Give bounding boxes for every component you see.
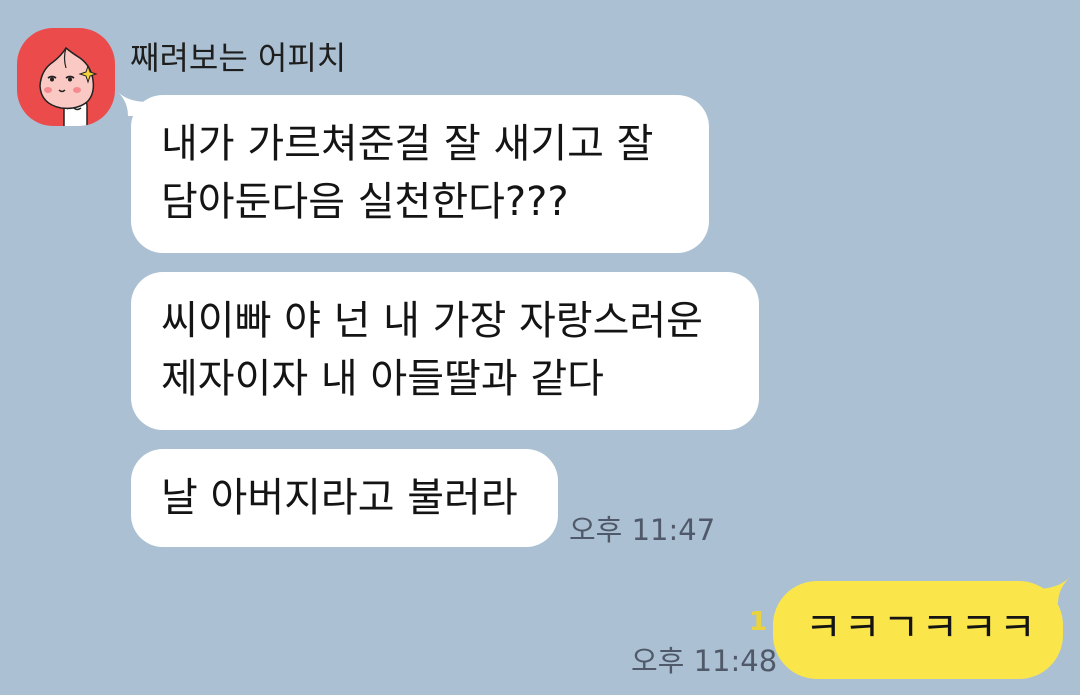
sender-avatar[interactable] <box>17 28 115 126</box>
message-line: 내가 가르쳐준걸 잘 새기고 잘 <box>161 121 654 167</box>
message-timestamp: 오후 11:48 <box>631 644 778 678</box>
apeach-peach-icon <box>39 46 98 126</box>
message-line: 제자이자 내 아들딸과 같다 <box>161 356 604 402</box>
message-line: 날 아버지라고 불러라 <box>161 475 518 521</box>
unread-count: 1 <box>749 607 768 637</box>
my-message-bubble[interactable]: ㅋㅋㄱㅋㅋㅋ <box>773 581 1063 679</box>
message-bubble[interactable]: 날 아버지라고 불러라 <box>131 449 558 547</box>
sender-name: 째려보는 어피치 <box>130 39 347 77</box>
my-message-text: ㅋㅋㄱㅋㅋㅋ <box>805 605 1038 651</box>
message-bubble[interactable]: 내가 가르쳐준걸 잘 새기고 잘 담아둔다음 실천한다??? <box>131 95 709 253</box>
message-line: 씨이빠 야 넌 내 가장 자랑스러운 <box>161 298 703 344</box>
message-timestamp: 오후 11:47 <box>569 513 716 547</box>
message-line: 담아둔다음 실천한다??? <box>161 179 569 225</box>
message-bubble[interactable]: 씨이빠 야 넌 내 가장 자랑스러운 제자이자 내 아들딸과 같다 <box>131 272 759 430</box>
